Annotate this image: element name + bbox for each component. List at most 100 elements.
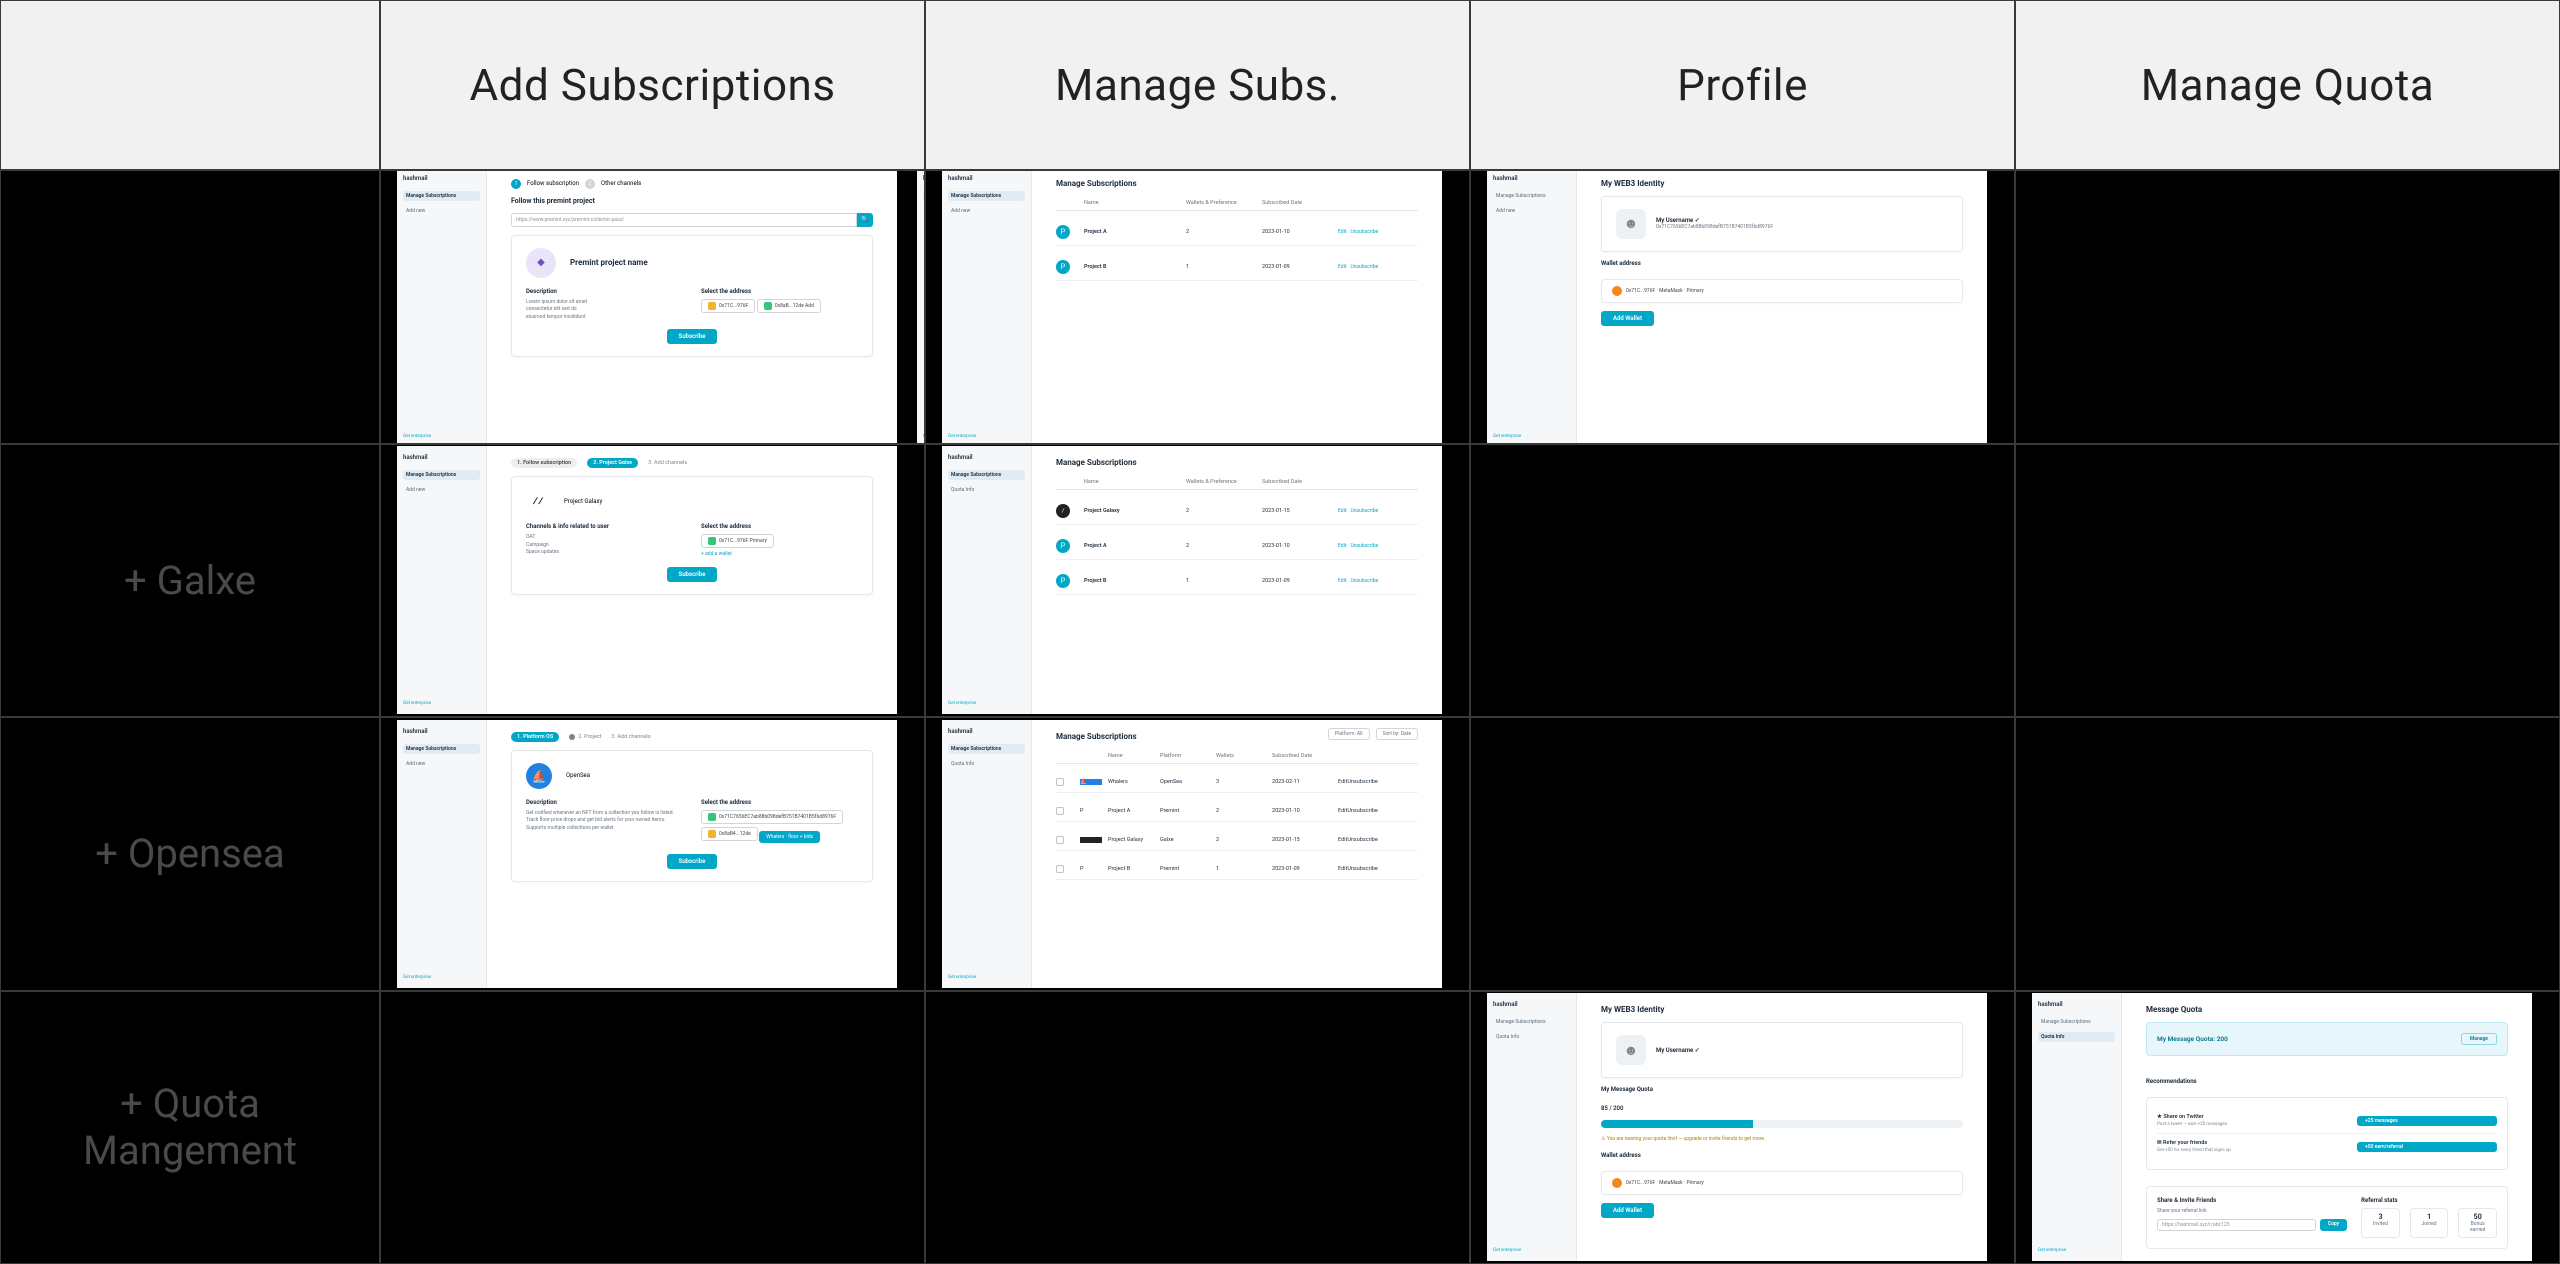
nav-add[interactable]: Add new	[403, 485, 480, 495]
sidebar-footer[interactable]: Get enterprise	[2038, 1248, 2115, 1253]
unsub-link[interactable]: Unsubscribe	[1350, 578, 1378, 584]
wallet-chip[interactable]: 0x8aB4...12de	[701, 827, 758, 841]
sidebar-footer[interactable]: Get enterprise	[403, 975, 480, 980]
edit-link[interactable]: Edit	[1338, 837, 1347, 843]
edit-link[interactable]: Edit	[1338, 543, 1346, 549]
copy-button[interactable]: Copy	[2320, 1219, 2347, 1231]
recommendations-card: ★ Share on Twitter Post a tweet — earn +…	[2146, 1097, 2508, 1170]
table-row[interactable]: P Project A 2 2023-01-10 EditUnsubscribe	[1056, 219, 1418, 246]
thumb-galxe-manage[interactable]: hashmail Manage Subscriptions Quota Info…	[942, 446, 1442, 714]
sidebar-footer[interactable]: Get enterprise	[1493, 434, 1570, 439]
wallet-chip-2[interactable]: 0x8aB...12de Add	[757, 299, 821, 313]
nav-manage[interactable]: Manage Subscriptions	[403, 744, 480, 754]
thumb-addsub-channels[interactable]: hashmail Manage Subscriptions Get enterp…	[917, 170, 925, 444]
sidebar-footer[interactable]: Get enterprise	[948, 434, 1025, 439]
thumb-opensea-add[interactable]: hashmail Manage Subscriptions Add new Ge…	[397, 720, 897, 988]
table-row[interactable]: P Project B Premint 1 2023-01-09 EditUns…	[1056, 859, 1418, 880]
add-wallet-button[interactable]: Add Wallet	[1601, 311, 1654, 326]
stepper: 1. Follow subscription 2. Project Galxe …	[511, 458, 873, 468]
table-row[interactable]: P Project B 1 2023-01-09 EditUnsubscribe	[1056, 568, 1418, 595]
checkbox[interactable]	[1056, 778, 1064, 786]
table-row[interactable]: ⁄ Project Galaxy Galxe 2 2023-01-15 Edit…	[1056, 830, 1418, 851]
unsub-link[interactable]: Unsubscribe	[1350, 264, 1378, 270]
unsub-link[interactable]: Unsubscribe	[1350, 229, 1378, 235]
nav-manage[interactable]: Manage Subscriptions	[403, 191, 480, 201]
subscribe-button[interactable]: Subscribe	[667, 854, 718, 869]
table-head: NameWallets & PreferenceSubscribed Date	[1056, 475, 1418, 490]
unsub-link[interactable]: Unsubscribe	[1347, 866, 1378, 872]
thumb-manage-quota[interactable]: hashmail Manage Subscriptions Quota Info…	[2032, 993, 2532, 1261]
nav-add[interactable]: Add new	[403, 206, 480, 216]
edit-link[interactable]: Edit	[1338, 229, 1346, 235]
checkbox[interactable]	[1056, 865, 1064, 873]
thumb-galxe-add[interactable]: hashmail Manage Subscriptions Add new Ge…	[397, 446, 897, 714]
sidebar-footer[interactable]: Get enterprise	[948, 975, 1025, 980]
nav-quota[interactable]: Quota Info	[948, 759, 1025, 769]
unsub-link[interactable]: Unsubscribe	[1350, 508, 1378, 514]
wallet-chip[interactable]: 0x71C7656EC7ab88b098defB751B7401B5f6d897…	[701, 810, 843, 824]
add-wallet-button[interactable]: Add Wallet	[1601, 1203, 1654, 1218]
sidebar-footer[interactable]: Get enterprise	[948, 701, 1025, 706]
add-wallet-link[interactable]: + add a wallet	[701, 551, 858, 559]
sidebar-footer[interactable]: Get enterprise	[403, 434, 480, 439]
unsub-link[interactable]: Unsubscribe	[1347, 837, 1378, 843]
thumb-quota-profile[interactable]: hashmail Manage Subscriptions Quota Info…	[1487, 993, 1987, 1261]
nav-add[interactable]: Add new	[403, 759, 480, 769]
cell-opensea-managesubs: hashmail Manage Subscriptions Quota Info…	[925, 717, 1470, 991]
edit-link[interactable]: Edit	[1338, 264, 1346, 270]
page-title: Manage Subscriptions	[1056, 179, 1418, 188]
wallet-chip-1[interactable]: 0x71C...976F	[701, 299, 755, 313]
sidebar-footer[interactable]: Get enterprise	[1493, 1248, 1570, 1253]
nav-add[interactable]: Add new	[948, 206, 1025, 216]
thumb-opensea-manage[interactable]: hashmail Manage Subscriptions Quota Info…	[942, 720, 1442, 988]
filter-sort[interactable]: Sort by: Date	[1376, 728, 1418, 740]
subscribe-button[interactable]: Subscribe	[667, 329, 718, 344]
edit-link[interactable]: Edit	[1338, 508, 1346, 514]
wallet-chip[interactable]: 0x71C...976F Primary	[701, 534, 774, 548]
reco-cta-button[interactable]: +50 earn/referral	[2357, 1142, 2497, 1152]
feature-grid: Add Subscriptions Manage Subs. Profile M…	[0, 0, 2560, 1264]
nav-quota[interactable]: Quota Info	[2038, 1032, 2115, 1042]
thumb-managesubs-base[interactable]: hashmail Manage Subscriptions Add new Ge…	[942, 170, 1442, 444]
nav-manage[interactable]: Manage Subscriptions	[403, 470, 480, 480]
filter-platform[interactable]: Platform: All	[1328, 728, 1370, 740]
nav-manage[interactable]: Manage Subscriptions	[948, 470, 1025, 480]
unsub-link[interactable]: Unsubscribe	[1347, 779, 1378, 785]
thumb-addsub-premint[interactable]: hashmail Manage Subscriptions Add new Ge…	[397, 170, 897, 444]
reco-cta-button[interactable]: +25 messages	[2357, 1116, 2497, 1126]
unsub-link[interactable]: Unsubscribe	[1350, 543, 1378, 549]
row-actions: Edit Unsubscribe	[1338, 229, 1418, 235]
unsub-link[interactable]: Unsubscribe	[1347, 808, 1378, 814]
thumb-profile-base[interactable]: hashmail Manage Subscriptions Add new Ge…	[1487, 170, 1987, 444]
edit-link[interactable]: Edit	[1338, 779, 1347, 785]
collection-chip[interactable]: Whalers · floor + bids	[759, 831, 820, 843]
nav-quota[interactable]: Quota Info	[948, 485, 1025, 495]
page-title: Manage Subscriptions	[1056, 732, 1137, 741]
nav-manage[interactable]: Manage Subscriptions	[948, 191, 1025, 201]
manage-quota-button[interactable]: Manage	[2461, 1033, 2497, 1045]
edit-link[interactable]: Edit	[1338, 578, 1346, 584]
table-row[interactable]: ⁄ Project Galaxy 2 2023-01-15 EditUnsubs…	[1056, 498, 1418, 525]
nav-manage[interactable]: Manage Subscriptions	[948, 744, 1025, 754]
table-row[interactable]: P Project A 2 2023-01-10 EditUnsubscribe	[1056, 533, 1418, 560]
nav-quota[interactable]: Quota Info	[1493, 1032, 1570, 1042]
edit-link[interactable]: Edit	[1338, 866, 1347, 872]
search-button[interactable]: 🔍	[857, 213, 873, 227]
checkbox[interactable]	[1056, 807, 1064, 815]
table-row[interactable]: ⛵ Whalers OpenSea 3 2023-02-11 EditUnsub…	[1056, 772, 1418, 793]
table-row[interactable]: P Project A Premint 2 2023-01-10 EditUns…	[1056, 801, 1418, 822]
sidebar-footer[interactable]: Get enterprise	[403, 701, 480, 706]
cell-quota-managequota: hashmail Manage Subscriptions Quota Info…	[2015, 991, 2560, 1264]
edit-link[interactable]: Edit	[1338, 808, 1347, 814]
nav-manage[interactable]: Manage Subscriptions	[1493, 1017, 1570, 1027]
checkbox[interactable]	[1056, 836, 1064, 844]
referral-link-input[interactable]: https://hashmail.xyz/r/abc123	[2157, 1219, 2316, 1231]
nav-manage[interactable]: Manage Subscriptions	[2038, 1017, 2115, 1027]
url-input[interactable]: https://www.premint.xyz/premint-collecto…	[511, 213, 857, 227]
row-label-base	[0, 170, 380, 444]
nav-add[interactable]: Add new	[1493, 206, 1570, 216]
table-row[interactable]: P Project B 1 2023-01-09 EditUnsubscribe	[1056, 254, 1418, 281]
nav-manage[interactable]: Manage Subscriptions	[1493, 191, 1570, 201]
subscribe-button[interactable]: Subscribe	[667, 567, 718, 582]
sidebar: hashmail Manage Subscriptions Add new Ge…	[397, 446, 487, 714]
